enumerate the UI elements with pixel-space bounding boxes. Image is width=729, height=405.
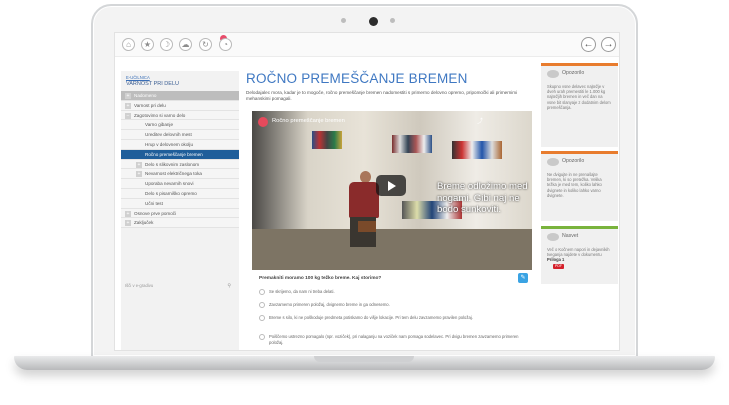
carried-box [358, 221, 376, 232]
warning-card: Opozorilo Ne dvigujte in ne prenašajte b… [541, 151, 618, 221]
edit-icon[interactable]: ✎ [518, 273, 528, 283]
search-icon[interactable]: ⚲ [227, 282, 231, 290]
expand-icon: + [125, 102, 131, 109]
video-floor [252, 229, 532, 270]
star-icon[interactable]: ★ [141, 38, 154, 51]
card-text: Ne dvigujte in ne prenašajte bremen, ki … [547, 172, 602, 198]
laptop-notch [314, 356, 414, 362]
sidebar-subitem[interactable]: Hrup v delovnem okolju [121, 139, 239, 150]
side-notes: Opozorilo Skupno vsne delavec najtežje v… [541, 63, 619, 350]
radio-button[interactable] [259, 289, 265, 295]
expand-icon: + [125, 220, 131, 227]
forward-button[interactable]: → [601, 37, 616, 52]
tip-card: Nasvet Več o Kočnem napori in dejavnikih… [541, 226, 618, 284]
expand-icon: + [125, 93, 131, 99]
video-subtitle: Breme odložimo med nogami. Gibi naj ne b… [437, 181, 528, 215]
sidebar-subitem[interactable]: Varno gibanje [121, 120, 239, 131]
radio-button[interactable] [259, 334, 265, 340]
search-input[interactable]: Išči v e-gradivu ⚲ [123, 282, 237, 290]
tip-icon [547, 233, 559, 241]
warning-icon [547, 70, 559, 78]
radio-button[interactable] [259, 315, 265, 321]
sidebar-subitem[interactable]: Ureditev delovnih mest [121, 130, 239, 140]
bookshelf-row [312, 131, 342, 149]
expand-icon: + [136, 171, 142, 178]
bookshelf-row [392, 135, 432, 153]
sidebar-item[interactable]: + Varnost pri delu [121, 100, 239, 111]
sidebar-nav: + Nadomeno + Varnost pri delu − Zagotovimo … [121, 91, 239, 229]
sensor-dot [390, 18, 395, 23]
sidebar-item[interactable]: − Zagotovimo si varno delo [121, 110, 239, 121]
video-title[interactable]: Ročno premeščanje bremen [272, 118, 345, 124]
sidebar: E-UČILNICA VARNOST PRI DELU + Nadomeno + V… [121, 71, 239, 350]
refresh-icon[interactable]: ↻ [199, 38, 212, 51]
expand-icon: + [136, 161, 142, 168]
breadcrumb[interactable]: E-UČILNICA [126, 75, 150, 80]
video-player[interactable]: Ročno premeščanje bremen ⤴ Breme odložim… [252, 111, 532, 270]
moon-icon[interactable]: ☽ [160, 38, 173, 51]
card-text: Več o Kočnem napori in dejavnikih tvegan… [547, 247, 610, 269]
radio-button[interactable] [259, 302, 265, 308]
pdf-badge[interactable]: PDF [553, 263, 564, 269]
cloud-icon[interactable]: ☁ [179, 38, 192, 51]
warning-icon [547, 158, 559, 166]
sidebar-subitem[interactable]: Učni test [121, 198, 239, 209]
intro-text: Delodajalec mora, kadar je to mogoče, ro… [246, 90, 518, 101]
channel-logo-icon [258, 117, 268, 127]
webcam [369, 17, 378, 26]
home-icon[interactable]: ⌂ [122, 38, 135, 51]
page-title: ROČNO PREMEŠČANJE BREMEN [246, 71, 468, 86]
main-content: ROČNO PREMEŠČANJE BREMEN Delodajalec mor… [246, 71, 534, 350]
attachment-link[interactable]: Priloga 1 [547, 257, 564, 262]
sidebar-item[interactable]: + Zaključek [121, 218, 239, 229]
screen: ⌂ ★ ☽ ☁ ↻ ◔ ← → E-UČILNICA VARNOST PRI D… [114, 32, 620, 351]
sidebar-subitem[interactable]: + Delo s slikovnim zaslonom [121, 159, 239, 170]
search-placeholder: Išči v e-gradivu [125, 283, 154, 288]
chart-icon[interactable]: ◔ [219, 38, 232, 51]
sidebar-item[interactable]: + Osnove prve pomoči [121, 208, 239, 219]
warning-card: Opozorilo Skupno vsne delavec najtežje v… [541, 63, 618, 147]
bookshelf-row [452, 141, 502, 159]
laptop-mockup: ⌂ ★ ☽ ☁ ↻ ◔ ← → E-UČILNICA VARNOST PRI D… [0, 0, 729, 405]
sidebar-subitem[interactable]: + Nevarnost električnega toka [121, 169, 239, 180]
sidebar-item[interactable]: + Nadomeno [121, 91, 239, 101]
share-icon[interactable]: ⤴ [477, 116, 483, 125]
collapse-icon: − [125, 112, 131, 119]
expand-icon: + [125, 210, 131, 217]
quiz-question: Premakniti moramo 100 kg težko breme. Ka… [259, 276, 382, 281]
toolbar: ⌂ ★ ☽ ☁ ↻ ◔ ← → [115, 33, 619, 57]
sidebar-subitem-active[interactable]: Ročno premeščanje bremen [121, 149, 239, 160]
course-title: VARNOST PRI DELU [126, 81, 179, 87]
person-figure [349, 182, 379, 218]
play-button[interactable] [376, 175, 406, 196]
sidebar-subitem[interactable]: Delo s pisarniško opremo [121, 188, 239, 199]
back-button[interactable]: ← [581, 37, 596, 52]
card-text: Skupno vsne delavec najtežje v dveh urah… [547, 84, 611, 110]
sensor-dot [341, 18, 346, 23]
sidebar-subitem[interactable]: Uporaba nevarnih snovi [121, 179, 239, 189]
